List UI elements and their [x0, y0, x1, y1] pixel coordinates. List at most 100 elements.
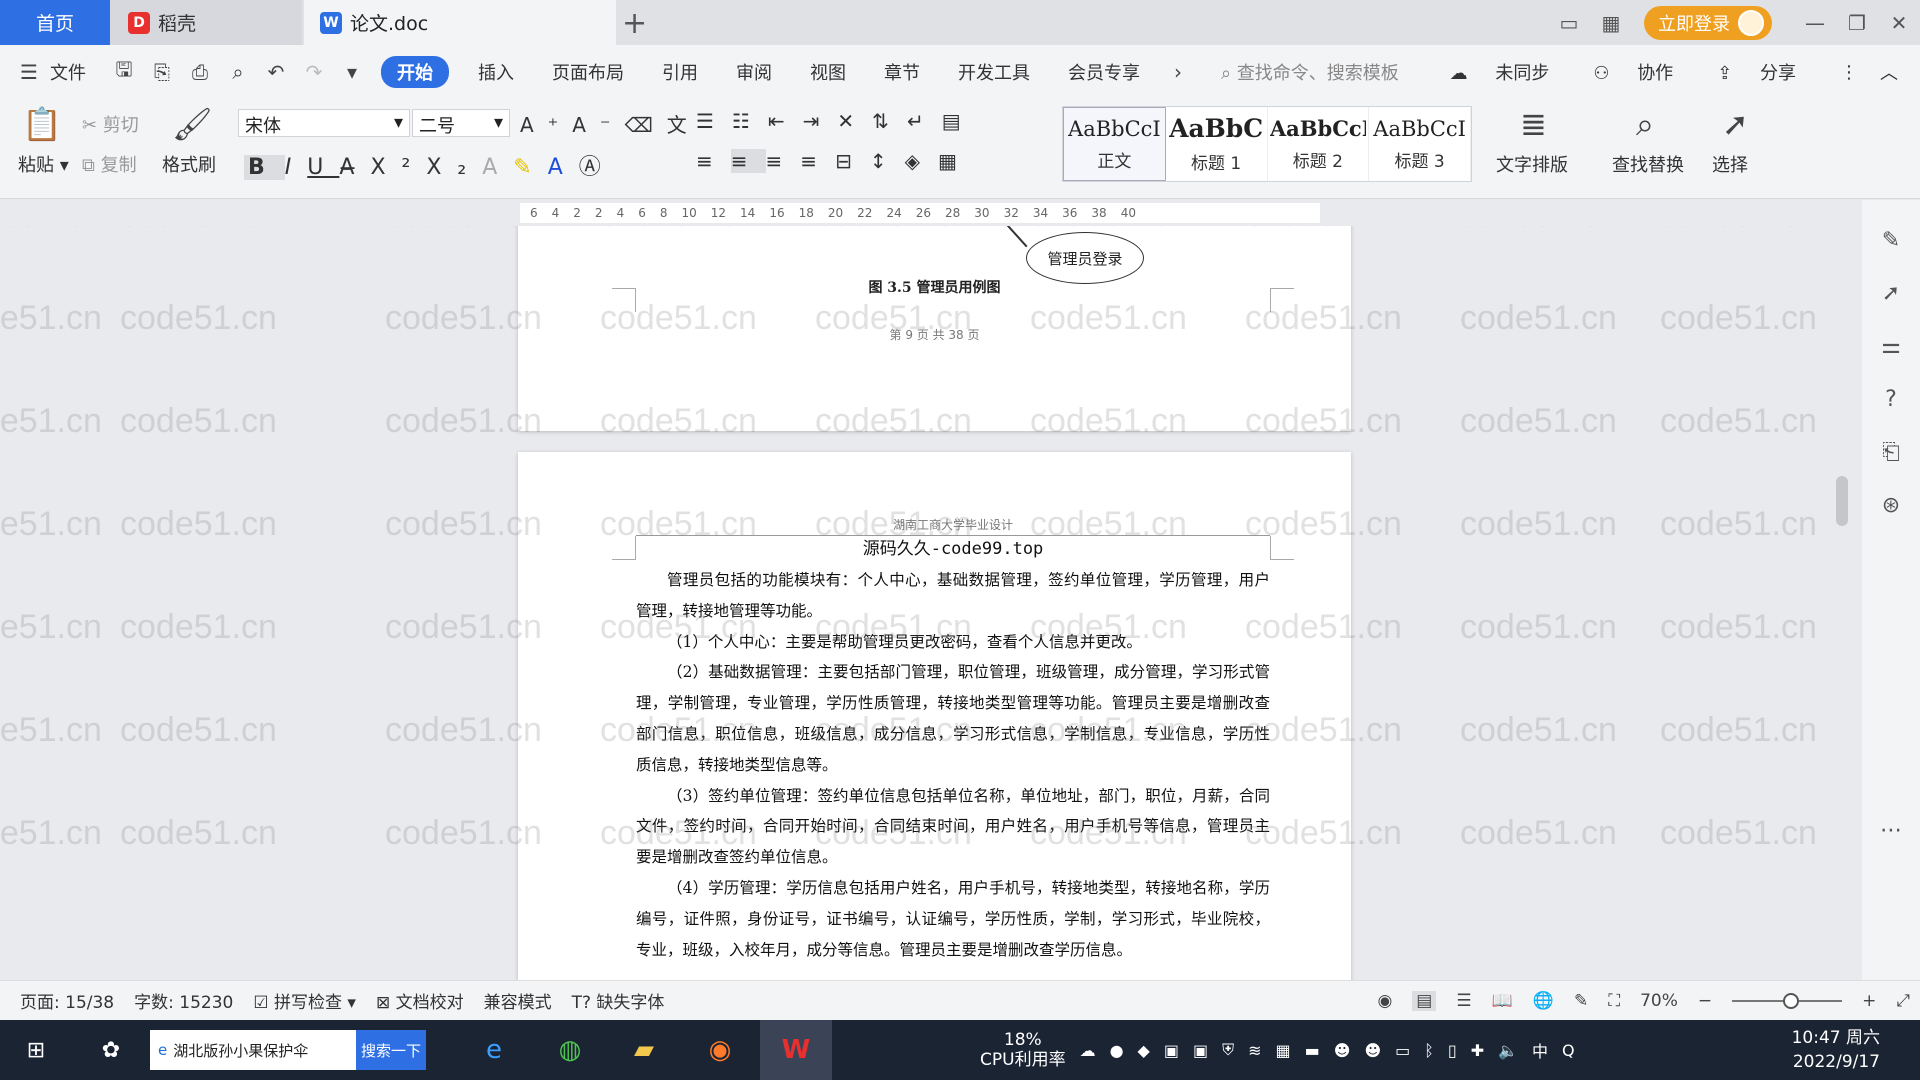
- compat-mode[interactable]: 兼容模式: [484, 988, 552, 1013]
- browser-360-icon[interactable]: ◍: [540, 1020, 600, 1080]
- battery-icon[interactable]: ▭: [1395, 1041, 1410, 1060]
- cut-button[interactable]: ✂ 剪切: [82, 111, 139, 137]
- font-grow-shrink-group[interactable]: A⁺A⁻⌫文: [520, 109, 701, 138]
- tray-app-icon[interactable]: ✚: [1471, 1041, 1484, 1060]
- layout-icon[interactable]: ▭: [1548, 11, 1590, 35]
- text-layout-label[interactable]: 文字排版: [1496, 151, 1568, 177]
- cursor-select-icon[interactable]: ➚: [1722, 105, 1749, 143]
- italic-icon[interactable]: I: [285, 155, 308, 180]
- sliders-icon[interactable]: ⚌: [1862, 334, 1920, 359]
- save-icon[interactable]: 🖫: [105, 55, 143, 89]
- style-heading-1[interactable]: AaBbC 标题 1: [1166, 107, 1268, 181]
- ruler-strip[interactable]: 6 4 2 2 4 6 8 10 12 14 16 18 20 22 24 26 28 30 32 34 36 38 40: [520, 203, 1320, 223]
- menu-review[interactable]: 审阅: [717, 59, 791, 85]
- font-color-icon[interactable]: A: [548, 155, 579, 180]
- tray-app-icon[interactable]: ▣: [1164, 1041, 1179, 1060]
- find-replace-label[interactable]: 查找替换: [1612, 151, 1684, 177]
- decrease-indent-icon[interactable]: ⇤: [768, 109, 803, 133]
- read-view-icon[interactable]: 📖: [1492, 991, 1513, 1011]
- bullet-list-icon[interactable]: ☰: [696, 109, 732, 133]
- paragraph[interactable]: （4）学历管理：学历信息包括用户姓名，用户手机号，转接地类型，转接地名称，学历编…: [636, 873, 1270, 965]
- bluetooth-icon[interactable]: ᛒ: [1424, 1041, 1434, 1060]
- menu-references[interactable]: 引用: [643, 59, 717, 85]
- fit-page-icon[interactable]: ⛶: [1608, 991, 1620, 1011]
- vertical-scrollbar[interactable]: [1830, 226, 1854, 980]
- taskbar-search-button[interactable]: 搜索一下: [356, 1030, 426, 1070]
- format-painter-label[interactable]: 格式刷: [162, 151, 216, 177]
- underline-icon[interactable]: U: [307, 155, 339, 180]
- shrink-font-icon[interactable]: A⁻: [572, 113, 624, 137]
- nvidia-icon[interactable]: ▬: [1305, 1041, 1320, 1060]
- qq-icon[interactable]: ☻: [1364, 1041, 1381, 1060]
- increase-indent-icon[interactable]: ⇥: [803, 109, 838, 133]
- style-heading-3[interactable]: AaBbCcI 标题 3: [1369, 107, 1471, 181]
- tray-app-icon[interactable]: ▣: [1193, 1041, 1208, 1060]
- ime-indicator[interactable]: 中: [1532, 1038, 1548, 1062]
- menu-insert[interactable]: 插入: [459, 59, 533, 85]
- scroll-thumb[interactable]: [1836, 476, 1848, 526]
- tab-document[interactable]: W 论文.doc: [304, 0, 616, 45]
- tray-app-icon[interactable]: ●: [1110, 1041, 1124, 1060]
- search-app-icon[interactable]: Q: [1562, 1041, 1575, 1060]
- chinese-layout-icon[interactable]: ✕: [837, 109, 872, 133]
- highlight-icon[interactable]: ✎: [513, 155, 547, 180]
- tray-app-icon[interactable]: ▦: [1276, 1041, 1291, 1060]
- page-indicator[interactable]: 页面: 15/38: [20, 988, 114, 1013]
- copy-button[interactable]: ⧉ 复制: [82, 151, 137, 177]
- page-view-icon[interactable]: ▤: [1412, 991, 1437, 1011]
- usb-icon[interactable]: ▯: [1448, 1041, 1457, 1060]
- print-icon[interactable]: ⎙: [181, 60, 219, 84]
- zoom-slider-knob[interactable]: [1782, 993, 1799, 1009]
- style-heading-2[interactable]: AaBbCcI 标题 2: [1268, 107, 1370, 181]
- apps-grid-icon[interactable]: ▦: [1590, 11, 1632, 35]
- page-9[interactable]: 管理员登录 图 3.5 管理员用例图 第 9 页 共 38 页: [518, 226, 1351, 431]
- chevron-right-icon[interactable]: ›: [1159, 60, 1197, 84]
- cpu-monitor[interactable]: 18% CPU利用率: [980, 1030, 1066, 1070]
- distributed-icon[interactable]: ⊟: [835, 149, 870, 173]
- align-right-icon[interactable]: ≡: [766, 149, 801, 173]
- bold-icon[interactable]: B: [244, 155, 285, 180]
- tab-docer[interactable]: D 稻壳: [110, 0, 302, 45]
- superscript-icon[interactable]: X²: [370, 155, 426, 180]
- cursor-icon[interactable]: ➚: [1862, 281, 1920, 306]
- text-layout-icon[interactable]: ≣: [1520, 105, 1547, 143]
- char-border-icon[interactable]: Ⓐ: [579, 155, 617, 180]
- backup-icon[interactable]: ⎗: [1862, 440, 1920, 465]
- line-spacing-icon[interactable]: ↕: [870, 149, 905, 173]
- zoom-out-icon[interactable]: −: [1698, 991, 1712, 1011]
- command-search[interactable]: ⌕ 查找命令、搜索模板: [1221, 59, 1399, 85]
- menu-member[interactable]: 会员专享: [1049, 59, 1159, 85]
- shield-icon[interactable]: ⛨: [1222, 1040, 1234, 1060]
- file-explorer-icon[interactable]: ▰: [614, 1020, 674, 1080]
- grow-font-icon[interactable]: A⁺: [520, 113, 572, 137]
- zoom-value[interactable]: 70%: [1640, 991, 1678, 1011]
- missing-font[interactable]: T? 缺失字体: [572, 988, 665, 1013]
- location-icon[interactable]: ⊛: [1862, 493, 1920, 518]
- hamburger-icon[interactable]: ☰: [10, 60, 48, 84]
- align-left-icon[interactable]: ≡: [696, 149, 731, 173]
- pen-icon[interactable]: ✎: [1862, 228, 1920, 253]
- paste-icon[interactable]: 📋: [22, 105, 62, 143]
- more-dots-icon[interactable]: ⋯: [1862, 818, 1920, 843]
- login-button[interactable]: 立即登录: [1644, 5, 1772, 40]
- write-mode-icon[interactable]: ✎: [1574, 991, 1588, 1011]
- subscript-icon[interactable]: X₂: [426, 155, 482, 180]
- align-center-icon[interactable]: ≡: [730, 149, 766, 173]
- borders-icon[interactable]: ▦: [938, 149, 975, 173]
- body-text[interactable]: 管理员包括的功能模块有：个人中心，基础数据管理，签约单位管理，学历管理，用户管理…: [636, 565, 1270, 965]
- cortana-icon[interactable]: ✿: [86, 1020, 136, 1080]
- paragraph[interactable]: （2）基础数据管理：主要包括部门管理，职位管理，班级管理，成分管理，学习形式管理…: [636, 657, 1270, 780]
- web-view-icon[interactable]: 🌐: [1533, 991, 1554, 1011]
- qq-icon[interactable]: ☻: [1334, 1041, 1351, 1060]
- numbered-list-icon[interactable]: ☷: [732, 109, 768, 133]
- help-icon[interactable]: ?: [1862, 387, 1920, 412]
- undo-icon[interactable]: ↶: [257, 60, 295, 84]
- zoom-slider[interactable]: [1732, 993, 1843, 1009]
- fullscreen-icon[interactable]: ⤢: [1896, 991, 1910, 1011]
- tab-home[interactable]: 首页: [0, 0, 110, 45]
- doc-proof[interactable]: ⊠ 文档校对: [376, 988, 464, 1013]
- show-marks-icon[interactable]: ↵: [907, 109, 942, 133]
- sort-icon[interactable]: ⇅: [872, 109, 907, 133]
- page-10[interactable]: 湖南工商大学毕业设计 源码久久-code99.top 管理员包括的功能模块有：个…: [518, 452, 1351, 980]
- tab-home-ribbon[interactable]: 开始: [381, 56, 449, 88]
